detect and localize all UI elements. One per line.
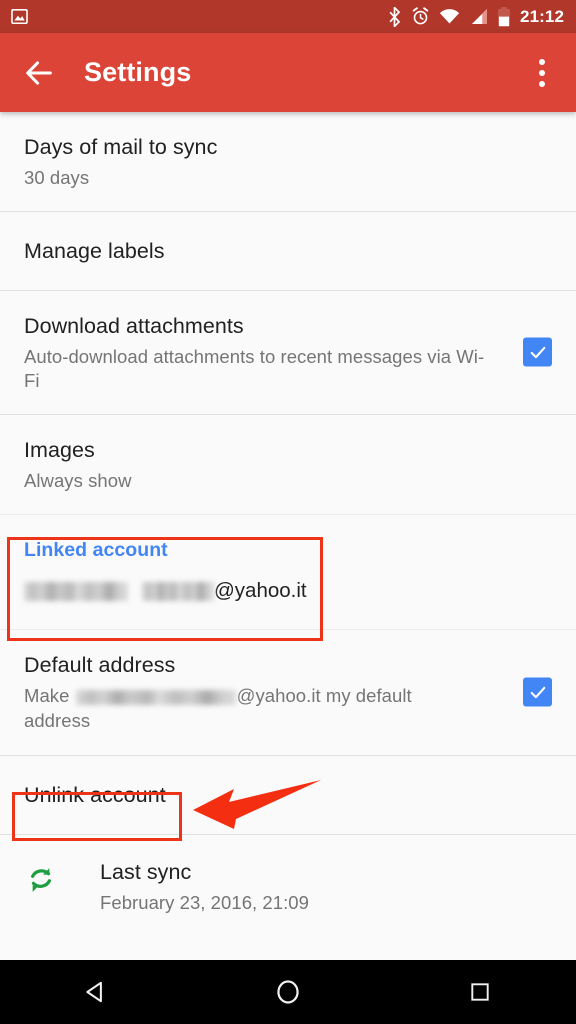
setting-title: Default address [24,652,176,677]
setting-row-last-sync: Last sync February 23, 2016, 21:09 [0,835,576,938]
app-bar: Settings [0,33,576,112]
alarm-icon [412,7,429,25]
checkmark-icon [530,686,545,699]
redacted-text [75,690,236,706]
last-sync-text: Last sync February 23, 2016, 21:09 [100,859,309,916]
setting-row-unlink-account[interactable]: Unlink account [0,755,576,835]
overflow-menu-icon[interactable] [526,53,558,93]
setting-row-manage-labels[interactable]: Manage labels [0,211,576,290]
setting-row-days-of-mail[interactable]: Days of mail to sync 30 days [0,112,576,211]
page-title: Settings [84,57,192,87]
image-notification-icon [11,8,28,25]
setting-row-default-address[interactable]: Default address Make @yahoo.it my defaul… [0,629,576,755]
nav-recents-icon [471,983,489,1001]
status-bar-clock: 21:12 [520,7,564,26]
navigation-bar [0,960,576,1024]
setting-title: Unlink account [24,782,166,807]
phone-screen: 21:12 Settings Days of mail to sync 30 d… [0,0,576,1024]
nav-home-button[interactable] [240,960,336,1024]
setting-value: Auto-download attachments to recent mess… [24,346,485,392]
linked-account-email: @yahoo.it [24,578,552,605]
download-attachments-checkbox[interactable] [523,337,552,367]
checkmark-icon [530,346,545,359]
redacted-text [24,582,128,602]
back-arrow-icon[interactable] [22,56,56,90]
setting-title: Days of mail to sync [24,135,218,159]
setting-title: Manage labels [24,238,165,263]
status-bar-notifications [10,7,29,26]
setting-value: Always show [24,470,132,492]
setting-title: Images [24,437,95,462]
setting-value: 30 days [24,167,90,189]
setting-title: Last sync [100,860,192,885]
status-bar: 21:12 [0,0,576,33]
setting-value: Make @yahoo.it my default address [24,684,434,733]
status-bar-system-icons: 21:12 [387,6,564,27]
sync-icon [31,868,51,893]
settings-list: Days of mail to sync 30 days Manage labe… [0,112,576,960]
wifi-icon [439,9,460,24]
setting-row-linked-account[interactable]: Linked account @yahoo.it [0,514,576,629]
nav-recents-button[interactable] [432,960,528,1024]
nav-home-icon [277,980,299,1004]
nav-back-button[interactable] [48,960,144,1024]
redacted-text [142,582,214,602]
nav-back-icon [86,981,102,1003]
value-prefix: Make [24,685,75,707]
setting-value: February 23, 2016, 21:09 [100,892,309,914]
setting-title: Download attachments [24,313,244,338]
signal-icon [471,8,488,25]
linked-account-label: Linked account [24,538,168,561]
value-domain: @yahoo.it [236,685,321,707]
setting-row-images[interactable]: Images Always show [0,414,576,514]
setting-row-download-attachments[interactable]: Download attachments Auto-download attac… [0,290,576,414]
battery-icon [498,7,510,26]
default-address-checkbox[interactable] [523,677,552,707]
email-domain: @yahoo.it [214,579,307,603]
bluetooth-icon [389,6,400,27]
